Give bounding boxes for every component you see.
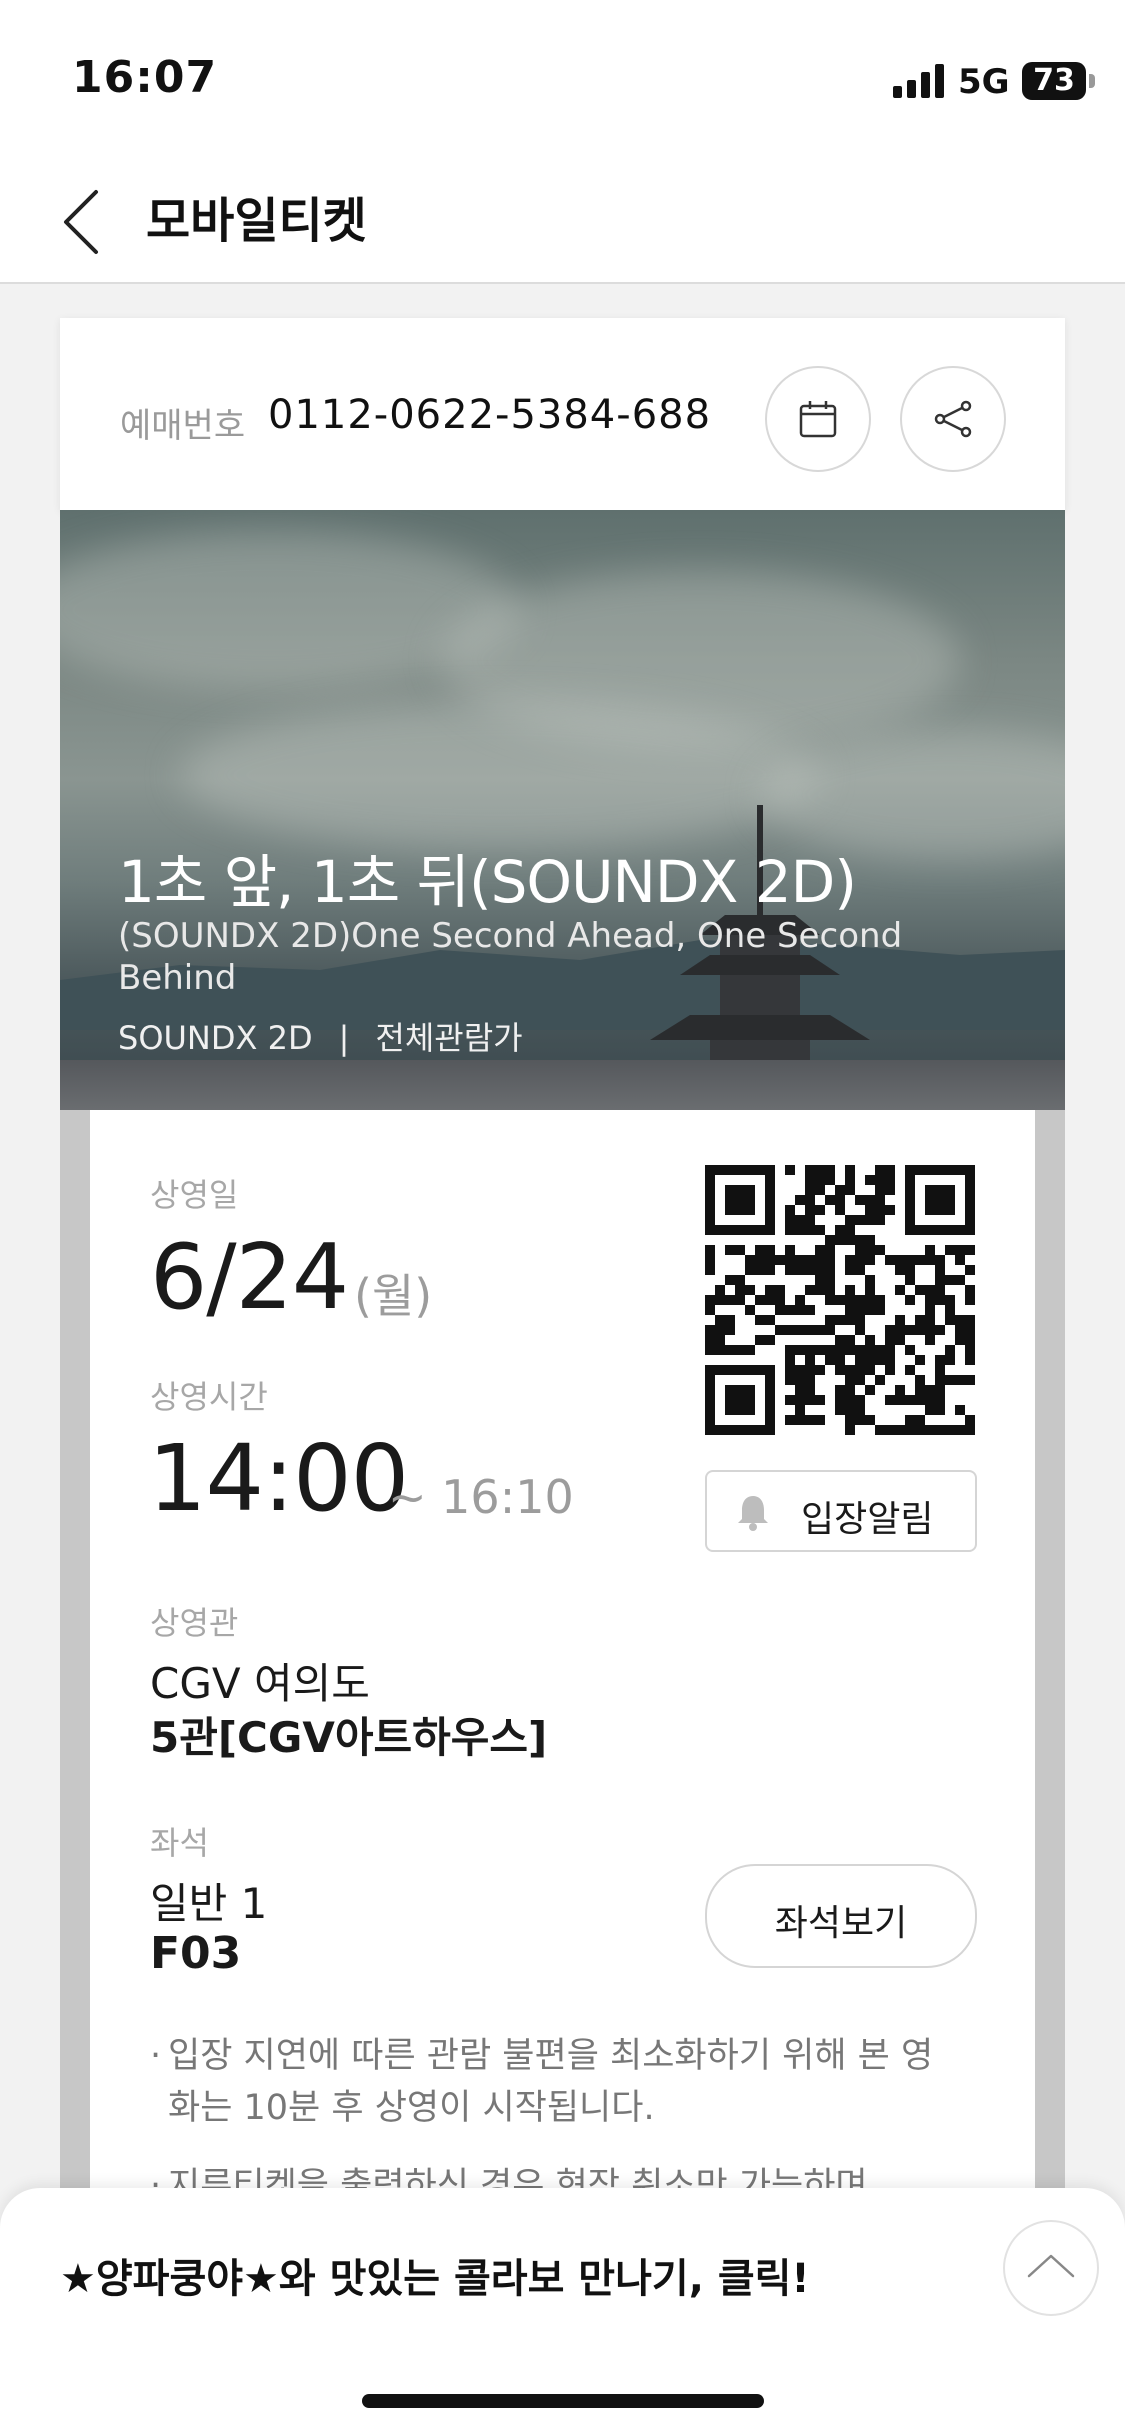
chevron-up-icon [1027,2254,1075,2278]
add-calendar-button[interactable] [765,366,871,472]
movie-meta: SOUNDX 2D | 전체관람가 [118,1013,523,1059]
seat-number: F03 [150,1928,242,1979]
end-time: ~ 16:10 [388,1470,574,1524]
ticket-header: 예매번호 0112-0622-5384-688 [60,318,1065,510]
theater-label: 상영관 [150,1604,239,1642]
theater-hall: 5관[CGV아트하우스] [150,1713,548,1762]
battery-tip [1089,74,1095,88]
movie-title: 1초 앞, 1초 뒤(SOUNDX 2D) [118,848,857,916]
start-time: 14:00 [148,1425,409,1532]
calendar-icon [799,401,837,438]
entry-alert-button[interactable]: 입장알림 [705,1470,977,1552]
movie-poster: 1초 앞, 1초 뒤(SOUNDX 2D) (SOUNDX 2D)One Sec… [60,510,1065,1110]
notice-text: 입장 지연에 따른 관람 불편을 최소화하기 위해 본 영화는 10분 후 상영… [168,2036,934,2128]
time-label: 상영시간 [150,1378,268,1416]
view-seat-label: 좌석보기 [774,1903,908,1944]
chevron-left-icon [64,190,98,254]
home-indicator [362,2394,764,2408]
date-label: 상영일 [150,1176,239,1214]
seat-label: 좌석 [150,1824,209,1862]
network-type: 5G [958,62,1010,102]
movie-format: SOUNDX 2D [118,1019,313,1057]
signal-icon [893,64,945,98]
booking-number: 0112-0622-5384-688 [268,392,712,438]
screening-date: 6/24 [150,1225,349,1330]
movie-english-title: (SOUNDX 2D)One Second Ahead, One Second … [118,916,903,998]
movie-rating: 전체관람가 [375,1019,523,1057]
qr-code [705,1165,975,1435]
view-seat-button[interactable]: 좌석보기 [705,1864,977,1968]
seat-class: 일반 1 [150,1879,268,1928]
back-button[interactable] [58,182,108,262]
bell-icon [738,1496,768,1531]
share-icon [934,400,972,438]
page-title: 모바일티켓 [146,193,367,249]
booking-number-label: 예매번호 [120,406,246,446]
theater-name: CGV 여의도 [150,1659,370,1708]
share-button[interactable] [900,366,1006,472]
city-skyline [60,1060,1065,1110]
scroll-top-button[interactable] [1003,2220,1099,2316]
status-time: 16:07 [72,52,218,103]
meta-separator: | [338,1019,350,1057]
notice-item: · 입장 지연에 따른 관람 불편을 최소화하기 위해 본 영화는 10분 후 … [150,2030,950,2134]
nav-header: 모바일티켓 [0,160,1125,284]
battery-icon: 73 [1022,62,1086,100]
promo-banner-text[interactable]: ★양파쿵야★와 맛있는 콜라보 만나기, 클릭! [60,2246,810,2304]
status-bar: 16:07 5G 73 [0,0,1125,160]
entry-alert-label: 입장알림 [801,1499,934,1540]
screening-day: (월) [354,1269,433,1323]
